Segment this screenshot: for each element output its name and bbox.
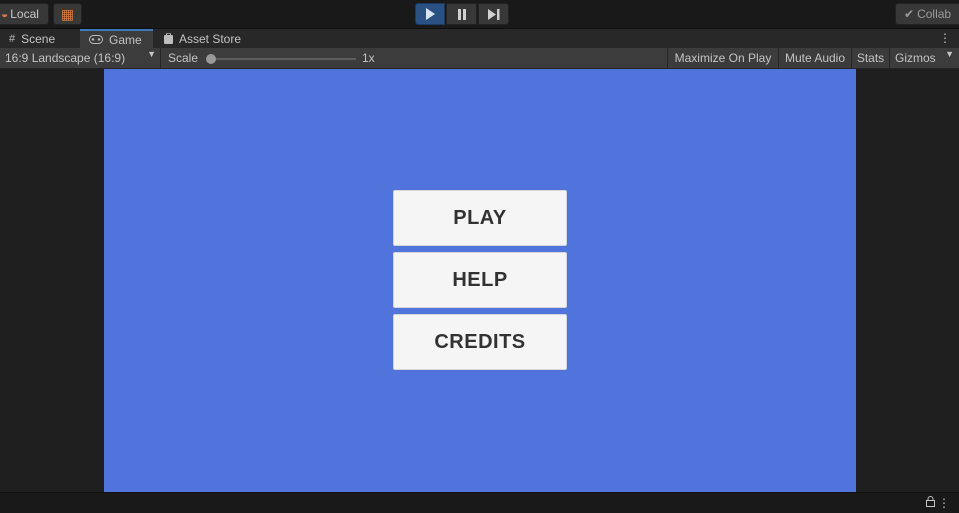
tab-game[interactable]: Game xyxy=(80,29,153,48)
game-view-controls: 16:9 Landscape (16:9) ▼ Scale 1x Maximiz… xyxy=(0,48,959,69)
collab-label: Collab xyxy=(917,7,952,21)
game-view: PLAY HELP CREDITS xyxy=(0,69,959,492)
maximize-on-play-toggle[interactable]: Maximize On Play xyxy=(667,48,778,68)
menu-credits-button[interactable]: CREDITS xyxy=(393,314,567,370)
pause-icon xyxy=(457,8,466,20)
local-button[interactable]: ◒ Local xyxy=(0,3,49,25)
tab-scene[interactable]: # Scene xyxy=(0,29,78,48)
scale-label: Scale xyxy=(168,51,199,65)
status-bar: ⋮ xyxy=(0,492,959,513)
tab-asset-store-label: Asset Store xyxy=(179,31,242,46)
main-toolbar: ◒ Local ▦ ✔ Collab xyxy=(0,0,959,29)
menu-credits-label: CREDITS xyxy=(434,330,526,353)
tab-game-label: Game xyxy=(109,32,142,47)
lock-icon[interactable] xyxy=(926,496,935,507)
menu-help-button[interactable]: HELP xyxy=(393,252,567,308)
shopping-bag-icon xyxy=(164,33,173,44)
gamepad-icon xyxy=(89,35,103,44)
dropdown-arrow-icon: ▼ xyxy=(147,49,156,59)
collab-button[interactable]: ✔ Collab xyxy=(895,3,959,25)
step-button[interactable] xyxy=(478,3,509,25)
step-icon xyxy=(487,8,499,20)
dropdown-arrow-icon: ▼ xyxy=(945,49,954,59)
grid-icon: # xyxy=(9,32,16,45)
tab-asset-store[interactable]: Asset Store xyxy=(155,29,255,48)
mute-audio-label: Mute Audio xyxy=(784,51,846,65)
play-icon xyxy=(426,8,435,20)
aspect-ratio-dropdown[interactable]: 16:9 Landscape (16:9) ▼ xyxy=(0,48,161,68)
menu-help-label: HELP xyxy=(452,268,508,291)
mute-audio-toggle[interactable]: Mute Audio xyxy=(778,48,851,68)
maximize-on-play-label: Maximize On Play xyxy=(674,51,772,65)
scale-value: 1x xyxy=(362,51,375,65)
menu-play-label: PLAY xyxy=(453,206,507,229)
scale-slider-thumb[interactable] xyxy=(206,54,216,64)
cube-icon: ◒ xyxy=(1,7,9,21)
grid-snap-icon: ▦ xyxy=(60,5,75,22)
scale-slider-track[interactable] xyxy=(210,58,356,60)
game-canvas[interactable]: PLAY HELP CREDITS xyxy=(104,69,856,492)
layout-grid-button[interactable]: ▦ xyxy=(53,3,82,25)
pause-button[interactable] xyxy=(446,3,477,25)
tab-options-icon[interactable]: ⋮ xyxy=(939,31,951,45)
menu-play-button[interactable]: PLAY xyxy=(393,190,567,246)
local-label: Local xyxy=(10,7,39,21)
gizmos-label: Gizmos xyxy=(895,51,936,65)
play-button[interactable] xyxy=(415,3,445,25)
tab-scene-label: Scene xyxy=(21,31,56,46)
check-circle-icon: ✔ xyxy=(904,7,915,21)
gizmos-dropdown[interactable]: Gizmos ▼ xyxy=(889,48,959,68)
aspect-ratio-value: 16:9 Landscape (16:9) xyxy=(5,51,126,65)
stats-toggle[interactable]: Stats xyxy=(851,48,889,68)
status-options-icon[interactable]: ⋮ xyxy=(938,496,950,510)
stats-label: Stats xyxy=(856,51,885,65)
tab-bar: # Scene Game Asset Store ⋮ xyxy=(0,29,959,48)
